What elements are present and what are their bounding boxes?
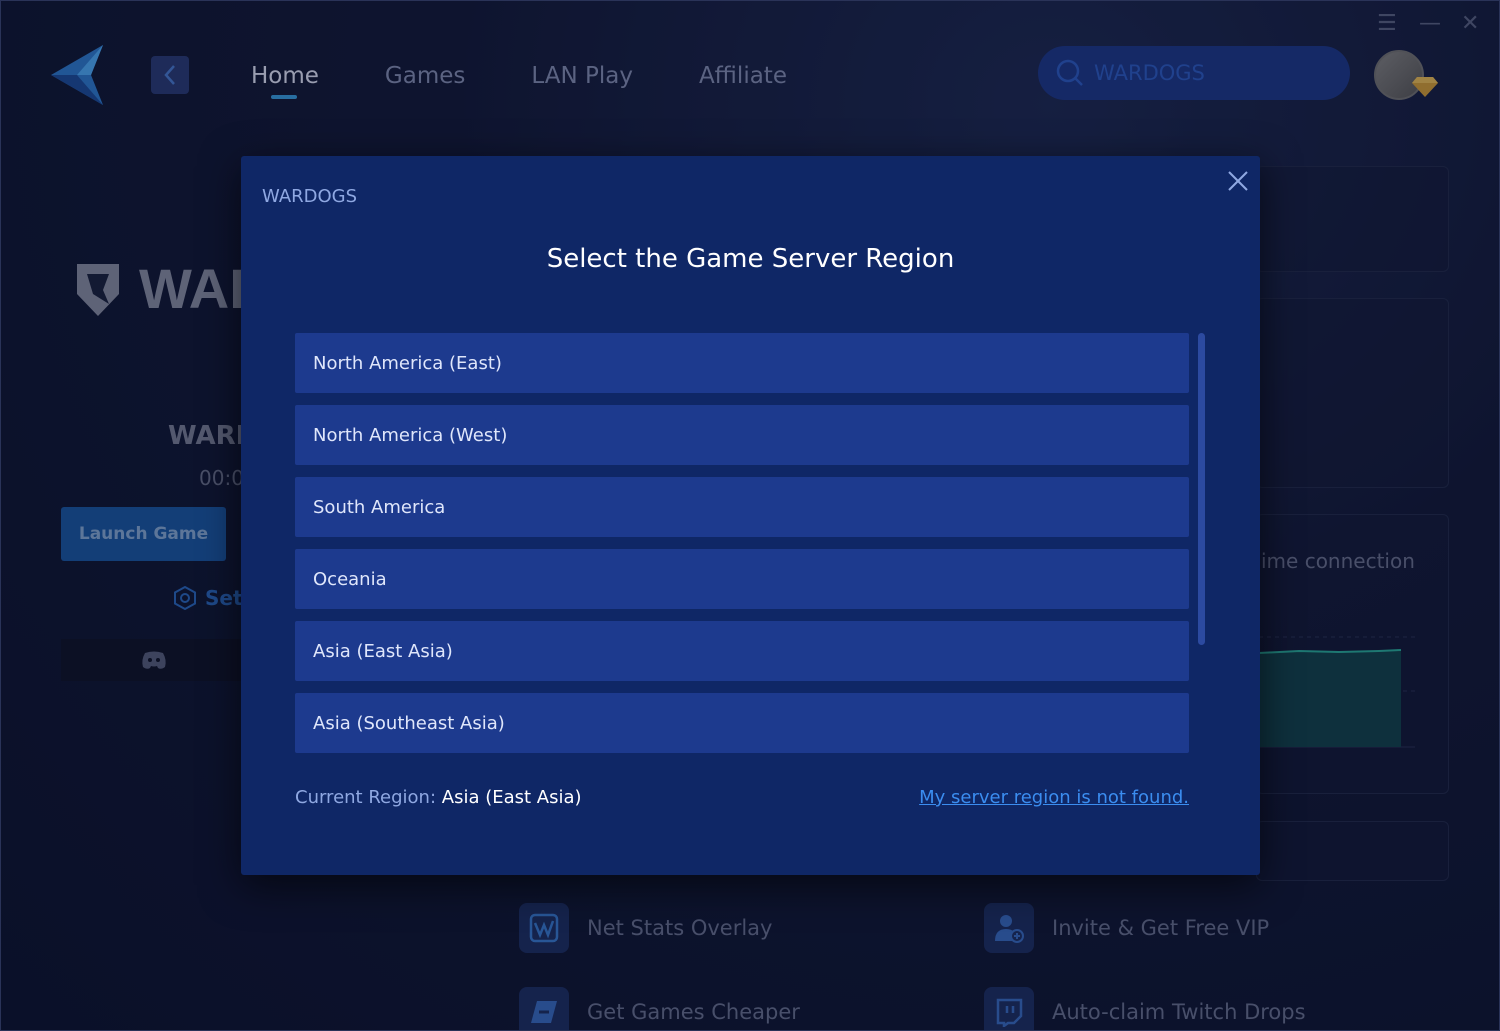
app-window: Home Games LAN Play Affiliate WARDOGS ☰ …: [0, 0, 1500, 1031]
region-option[interactable]: Oceania: [295, 549, 1189, 609]
close-icon[interactable]: [1223, 166, 1253, 196]
region-option[interactable]: North America (West): [295, 405, 1189, 465]
current-region-label: Current Region:: [295, 787, 437, 808]
current-region: Current Region: Asia (East Asia): [295, 787, 582, 808]
region-select-modal: WARDOGS Select the Game Server Region No…: [241, 156, 1260, 875]
region-option[interactable]: North America (East): [295, 333, 1189, 393]
region-not-found-link[interactable]: My server region is not found.: [919, 787, 1189, 808]
region-list-scrollbar[interactable]: [1198, 333, 1205, 645]
modal-title: Select the Game Server Region: [546, 244, 955, 274]
region-list: North America (East) North America (West…: [295, 333, 1189, 765]
modal-game-name: WARDOGS: [262, 186, 358, 207]
current-region-value: Asia (East Asia): [441, 787, 582, 808]
region-option[interactable]: South America: [295, 477, 1189, 537]
region-option[interactable]: Asia (Southeast Asia): [295, 693, 1189, 753]
region-option[interactable]: Asia (East Asia): [295, 621, 1189, 681]
